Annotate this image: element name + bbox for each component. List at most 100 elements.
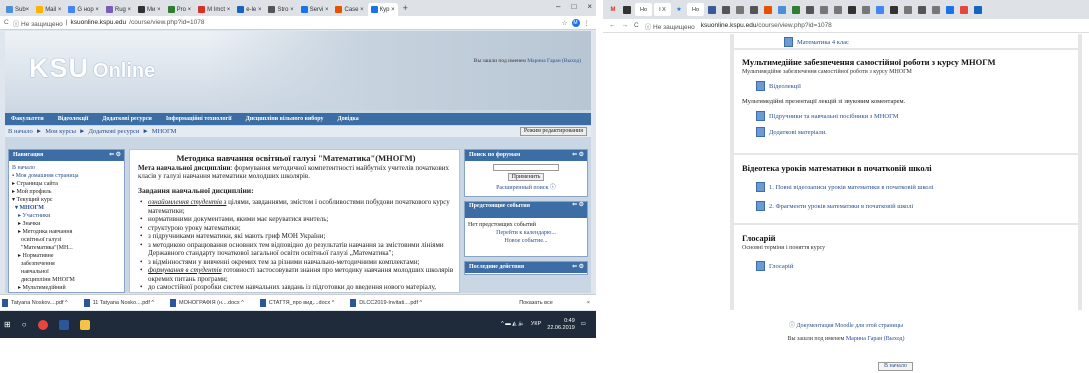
- breadcrumb-my-courses[interactable]: Мои курсы: [45, 128, 76, 135]
- activity-glossary[interactable]: Глосарій: [756, 261, 1070, 271]
- nav-item[interactable]: методичний: [12, 292, 121, 293]
- tab-icon[interactable]: [818, 3, 830, 16]
- browser-tab[interactable]: Stro ×: [265, 3, 296, 16]
- nav-item[interactable]: ▸ Мой профиль: [12, 188, 121, 196]
- tab-icon[interactable]: [846, 3, 858, 16]
- nav-item[interactable]: дисципліни МНОГМ: [12, 276, 121, 284]
- tab-icon[interactable]: [888, 3, 900, 16]
- notifications-icon[interactable]: ▭: [581, 321, 586, 328]
- nav-item[interactable]: ▪ Моя домашняя страница: [12, 172, 121, 180]
- nav-item[interactable]: ▸ Страницы сайта: [12, 180, 121, 188]
- show-all-downloads-button[interactable]: Показать все: [519, 300, 553, 306]
- tab[interactable]: Ho: [687, 3, 704, 16]
- advanced-search-link[interactable]: Расширенный поиск ⓘ: [465, 182, 587, 191]
- tab-icon[interactable]: [734, 3, 746, 16]
- star-tab-icon[interactable]: ★: [673, 3, 685, 16]
- browser-tab[interactable]: Rug ×: [103, 3, 134, 16]
- browser-tab[interactable]: Mail ×: [33, 3, 64, 16]
- block-controls-icon[interactable]: ⇐ ⚙: [572, 150, 584, 161]
- tab-icon[interactable]: [720, 3, 732, 16]
- tab-active[interactable]: Ho: [635, 3, 652, 16]
- tab-active-close[interactable]: I X: [654, 3, 671, 16]
- menu-dots-icon[interactable]: ⋮: [584, 19, 591, 27]
- nav-item[interactable]: забезпечення: [12, 260, 121, 268]
- chrome-icon[interactable]: [37, 319, 48, 330]
- browser-tab[interactable]: e-le ×: [234, 3, 264, 16]
- download-item[interactable]: МОНОГРАФІЯ (н....docx ^: [169, 298, 244, 307]
- input-language[interactable]: УКР: [531, 321, 541, 328]
- bookmark-star-icon[interactable]: ☆: [562, 19, 568, 27]
- tab-icon[interactable]: [972, 3, 984, 16]
- tab-icon[interactable]: [860, 3, 872, 16]
- close-downloads-icon[interactable]: ×: [587, 300, 590, 306]
- explorer-icon[interactable]: [79, 319, 90, 330]
- nav-item[interactable]: освітньої галузі: [12, 236, 121, 244]
- tab-icon[interactable]: [762, 3, 774, 16]
- gmail-tab-icon[interactable]: M: [607, 3, 619, 16]
- tab-icon[interactable]: [621, 3, 633, 16]
- menu-item-faculties[interactable]: Факультети: [11, 116, 44, 122]
- edit-mode-button[interactable]: Режим редактирования: [519, 127, 587, 136]
- user-link[interactable]: Марина Гаран (Выход): [527, 58, 581, 64]
- block-controls-icon[interactable]: ⇐ ⚙: [109, 150, 121, 161]
- nav-item[interactable]: ▸ Нормативне: [12, 252, 121, 260]
- block-controls-icon[interactable]: ⇐ ⚙: [572, 202, 584, 209]
- tab-icon[interactable]: [902, 3, 914, 16]
- browser-tab[interactable]: Sub×: [3, 3, 32, 16]
- menu-item-electives[interactable]: Дисципліни вільного вибору: [246, 116, 324, 122]
- activity-additional-materials[interactable]: Додаткові матеріали.: [756, 127, 1070, 137]
- tab-icon[interactable]: [804, 3, 816, 16]
- address-bar[interactable]: C ⓘ Не защищено | ksuonline.kspu.edu/cou…: [0, 16, 596, 30]
- block-controls-icon[interactable]: ⇐ ⚙: [572, 262, 584, 273]
- browser-tab[interactable]: Ми ×: [135, 3, 164, 16]
- download-item[interactable]: СТАТТЯ_про вид....docx ^: [259, 298, 334, 307]
- activity-textbooks[interactable]: Підручники та навчальні посібники з МНОГ…: [756, 111, 1070, 121]
- download-item[interactable]: Tatyana Noskov....pdf ^: [2, 298, 68, 307]
- site-logo[interactable]: KSU Online: [29, 53, 155, 84]
- tab-icon[interactable]: [958, 3, 970, 16]
- browser-tab[interactable]: Case ×: [332, 3, 366, 16]
- back-icon[interactable]: ←: [609, 22, 616, 29]
- maximize-button[interactable]: □: [571, 2, 576, 11]
- user-link[interactable]: Марина Гаран (Выход): [846, 336, 905, 342]
- activity-lesson-fragments[interactable]: 2. Фрагменти уроків математики в початко…: [756, 201, 1070, 211]
- tab-icon[interactable]: [874, 3, 886, 16]
- search-icon[interactable]: ○: [22, 320, 27, 329]
- clock[interactable]: 0:49 22.06.2019: [547, 318, 575, 332]
- new-event-link[interactable]: Новое событие...: [468, 237, 584, 245]
- download-item[interactable]: DLCC2019-Invitati....pdf ^: [350, 298, 422, 307]
- breadcrumb-course[interactable]: МНОГМ: [152, 128, 177, 135]
- moodle-docs-link[interactable]: ⓘ Документация Moodle для этой страницы: [789, 323, 903, 329]
- nav-item[interactable]: ▾ МНОГМ: [12, 204, 121, 212]
- tab-icon[interactable]: [916, 3, 928, 16]
- address-bar[interactable]: ← → C ⓘ Не защищено ksuonline.kspu.edu/c…: [603, 19, 1089, 33]
- word-icon[interactable]: [58, 319, 69, 330]
- nav-item[interactable]: ▸ Мультимедійний: [12, 284, 121, 292]
- activity-full-lessons[interactable]: 1. Повні відеозаписи уроків математики в…: [756, 182, 1070, 192]
- forward-icon[interactable]: →: [622, 22, 629, 29]
- download-item[interactable]: 11 Tatyana Nosko....pdf ^: [83, 298, 154, 307]
- start-icon[interactable]: ⊞: [4, 320, 11, 329]
- nav-item[interactable]: навчальної: [12, 268, 121, 276]
- nav-item[interactable]: ▾ Текущий курс: [12, 196, 121, 204]
- activity-math-4[interactable]: Математика 4 клас: [784, 37, 1078, 47]
- browser-tab[interactable]: G нор ×: [65, 3, 102, 16]
- reload-icon[interactable]: C: [0, 19, 13, 26]
- tab-icon[interactable]: [776, 3, 788, 16]
- minimize-button[interactable]: –: [556, 2, 560, 11]
- menu-item-resources[interactable]: Додаткові ресурси: [102, 116, 152, 122]
- nav-item[interactable]: ▸ Методика навчання: [12, 228, 121, 236]
- tray-icons[interactable]: ^ ▬ ◭ 🔈: [501, 321, 525, 328]
- browser-tab[interactable]: M Imct ×: [195, 3, 233, 16]
- breadcrumb-resources[interactable]: Додаткові ресурси: [88, 128, 139, 135]
- go-to-calendar-link[interactable]: Перейти к календарю...: [468, 229, 584, 237]
- tab-icon[interactable]: [930, 3, 942, 16]
- profile-avatar[interactable]: М: [571, 18, 580, 27]
- menu-item-videolectures[interactable]: Відеолекції: [58, 116, 89, 122]
- tab-icon[interactable]: [944, 3, 956, 16]
- new-tab-button[interactable]: +: [399, 3, 412, 13]
- tab-icon[interactable]: [790, 3, 802, 16]
- nav-item[interactable]: ▸ Участники: [12, 212, 121, 220]
- nav-item[interactable]: В начало: [12, 164, 121, 172]
- breadcrumb-home[interactable]: В начало: [8, 128, 33, 135]
